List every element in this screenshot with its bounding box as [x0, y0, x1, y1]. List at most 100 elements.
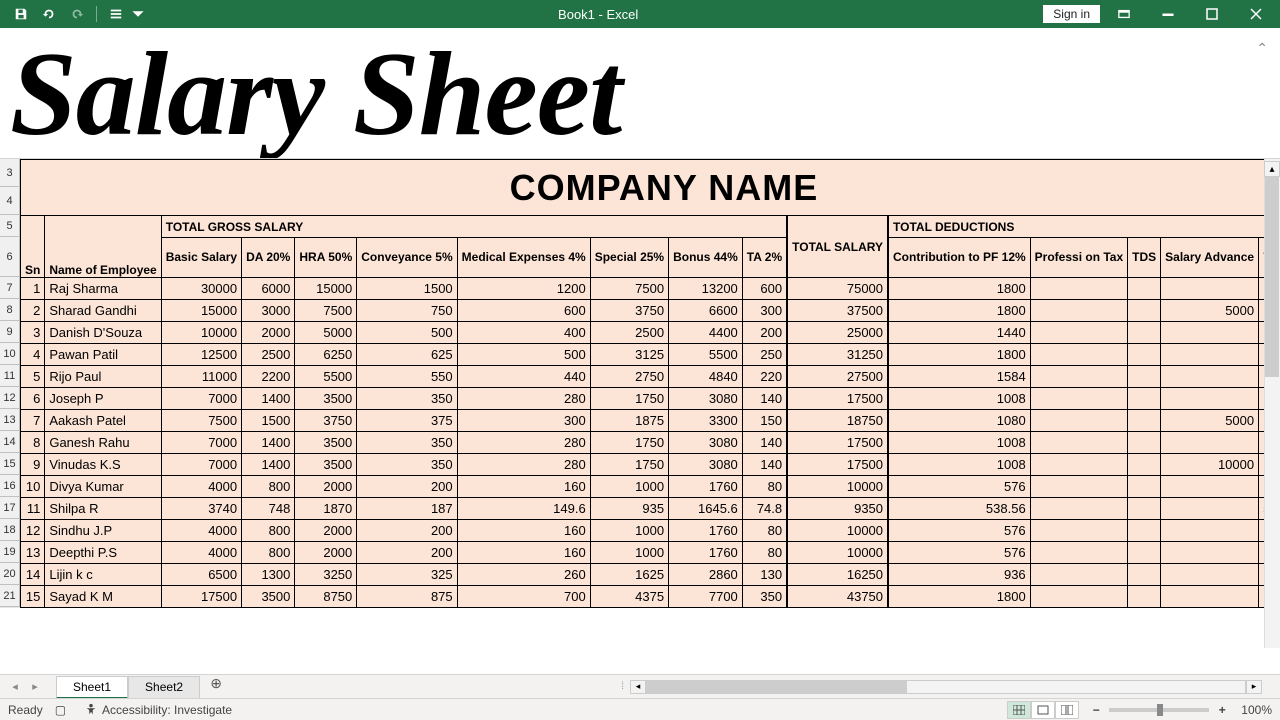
cell[interactable]: 17500 — [787, 432, 888, 454]
row-header[interactable]: 13 — [0, 409, 20, 431]
cell[interactable]: 1440 — [888, 322, 1030, 344]
cell[interactable]: 6250 — [295, 344, 357, 366]
row-header[interactable]: 14 — [0, 431, 20, 453]
cell[interactable] — [1128, 520, 1161, 542]
cell[interactable]: 13200 — [669, 278, 743, 300]
cell[interactable]: 6000 — [242, 278, 295, 300]
cell[interactable]: 1000 — [590, 520, 668, 542]
table-row[interactable]: 13Deepthi P.S40008002000 200160100017608… — [21, 542, 1280, 564]
cell[interactable] — [1161, 344, 1259, 366]
cell[interactable]: 7500 — [295, 300, 357, 322]
cell[interactable] — [1161, 542, 1259, 564]
row-header[interactable]: 5 — [0, 215, 20, 237]
cell[interactable]: 160 — [457, 476, 590, 498]
cell[interactable]: 1750 — [590, 454, 668, 476]
cell[interactable]: 15000 — [161, 300, 241, 322]
cell[interactable]: Lijin k c — [45, 564, 161, 586]
cell[interactable]: 1760 — [669, 520, 743, 542]
cell[interactable]: 30000 — [161, 278, 241, 300]
cell[interactable]: 4840 — [669, 366, 743, 388]
cell[interactable] — [1161, 322, 1259, 344]
cell[interactable]: 37500 — [787, 300, 888, 322]
cell[interactable]: 12500 — [161, 344, 241, 366]
cell[interactable]: 27500 — [787, 366, 888, 388]
cell[interactable]: 8 — [21, 432, 45, 454]
cell[interactable]: 1870 — [295, 498, 357, 520]
cell[interactable]: 7500 — [590, 278, 668, 300]
cell[interactable]: 300 — [457, 410, 590, 432]
cell[interactable] — [1030, 564, 1127, 586]
cell[interactable]: 440 — [457, 366, 590, 388]
header-ta[interactable]: TA 2% — [742, 238, 787, 278]
cell[interactable]: 260 — [457, 564, 590, 586]
row-header[interactable]: 16 — [0, 475, 20, 497]
tab-nav-next[interactable]: ▸ — [26, 678, 44, 696]
cell[interactable]: Danish D'Souza — [45, 322, 161, 344]
header-bonus[interactable]: Bonus 44% — [669, 238, 743, 278]
cell[interactable]: 80 — [742, 520, 787, 542]
row-header[interactable]: 9 — [0, 321, 20, 343]
cell[interactable] — [1161, 432, 1259, 454]
cell[interactable]: 3500 — [295, 454, 357, 476]
cell[interactable]: 1625 — [590, 564, 668, 586]
cell[interactable]: 160 — [457, 542, 590, 564]
cell[interactable]: 350 — [742, 586, 787, 608]
cell[interactable]: 4375 — [590, 586, 668, 608]
row-header[interactable]: 12 — [0, 387, 20, 409]
cell[interactable] — [1030, 432, 1127, 454]
cell[interactable] — [1030, 520, 1127, 542]
cell[interactable]: 280 — [457, 388, 590, 410]
cell[interactable]: 2000 — [242, 322, 295, 344]
cell[interactable] — [1161, 476, 1259, 498]
cell[interactable]: 10000 — [787, 520, 888, 542]
cell[interactable] — [1161, 388, 1259, 410]
minimize-button[interactable] — [1148, 0, 1188, 28]
cell[interactable]: 7500 — [161, 410, 241, 432]
cell[interactable] — [1030, 366, 1127, 388]
cell[interactable]: 3080 — [669, 432, 743, 454]
cell[interactable]: 250 — [742, 344, 787, 366]
cell[interactable] — [1030, 388, 1127, 410]
company-name-cell[interactable]: COMPANY NAME — [21, 160, 1280, 216]
row-header[interactable]: 7 — [0, 277, 20, 299]
cell[interactable]: 16250 — [787, 564, 888, 586]
row-header[interactable]: 11 — [0, 365, 20, 387]
table-row[interactable]: 5Rijo Paul1100022005500 5504402750484022… — [21, 366, 1280, 388]
cell[interactable]: 80 — [742, 542, 787, 564]
cell[interactable]: 3300 — [669, 410, 743, 432]
cell[interactable]: 1800 — [888, 278, 1030, 300]
cell[interactable]: 7 — [21, 410, 45, 432]
header-name[interactable]: Name of Employee — [45, 216, 161, 278]
cell[interactable]: 4000 — [161, 542, 241, 564]
cell[interactable]: 1750 — [590, 432, 668, 454]
cell[interactable]: Pawan Patil — [45, 344, 161, 366]
cell[interactable]: 3080 — [669, 388, 743, 410]
table-row[interactable]: 7Aakash Patel750015003750 37530018753300… — [21, 410, 1280, 432]
cell[interactable]: 625 — [357, 344, 457, 366]
macro-record-icon[interactable]: ▢ — [55, 703, 66, 717]
cell[interactable]: 1008 — [888, 432, 1030, 454]
header-total-salary[interactable]: TOTAL SALARY — [787, 216, 888, 278]
table-row[interactable]: 10Divya Kumar40008002000 200160100017608… — [21, 476, 1280, 498]
cell[interactable]: 9 — [21, 454, 45, 476]
cell[interactable]: 31250 — [787, 344, 888, 366]
cell[interactable]: 5500 — [669, 344, 743, 366]
header-advance[interactable]: Salary Advance — [1161, 238, 1259, 278]
cell[interactable]: 1080 — [888, 410, 1030, 432]
cell[interactable]: 2750 — [590, 366, 668, 388]
cell[interactable]: 576 — [888, 476, 1030, 498]
cell[interactable] — [1030, 476, 1127, 498]
cell[interactable]: 936 — [888, 564, 1030, 586]
cell[interactable]: 18750 — [787, 410, 888, 432]
cell[interactable]: 200 — [357, 542, 457, 564]
cell[interactable]: 600 — [457, 300, 590, 322]
table-row[interactable]: 1Raj Sharma30000600015000 15001200750013… — [21, 278, 1280, 300]
cell[interactable]: 1750 — [590, 388, 668, 410]
cell[interactable]: 10 — [21, 476, 45, 498]
cell[interactable]: 300 — [742, 300, 787, 322]
cell[interactable]: Deepthi P.S — [45, 542, 161, 564]
cell[interactable]: 3750 — [590, 300, 668, 322]
tab-nav-prev[interactable]: ◂ — [6, 678, 24, 696]
cell[interactable]: 700 — [457, 586, 590, 608]
cell[interactable]: 17500 — [787, 454, 888, 476]
